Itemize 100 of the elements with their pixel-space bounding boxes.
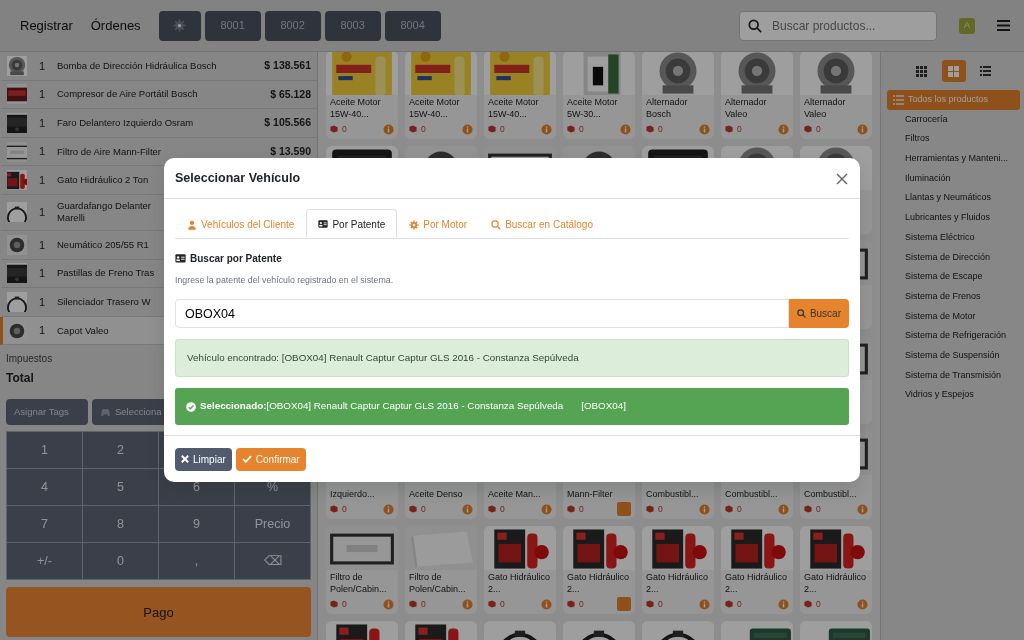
- info-icon[interactable]: [541, 123, 552, 135]
- product-card[interactable]: Filtro de Polen/Cabin... 0: [326, 526, 398, 614]
- stock-count: 0: [725, 502, 742, 516]
- confirm-button[interactable]: Confirmar: [235, 447, 306, 471]
- category-item[interactable]: Iluminación: [887, 168, 1020, 189]
- category-item[interactable]: Lubricantes y Fluidos: [887, 208, 1020, 228]
- keypad-key[interactable]: 7: [7, 506, 82, 543]
- category-item[interactable]: Sistema de Frenos: [887, 286, 1020, 307]
- category-item[interactable]: Sistema de Escape: [887, 267, 1020, 287]
- product-card[interactable]: Gato Hidráulico 2... 0: [642, 526, 714, 614]
- category-item[interactable]: Carrocería: [887, 109, 1020, 130]
- nav-link[interactable]: Registrar: [20, 15, 73, 36]
- product-card[interactable]: Alternador Bosch 0: [642, 52, 714, 139]
- nav-link[interactable]: Órdenes: [90, 15, 141, 36]
- category-item[interactable]: Sistema Eléctrico: [887, 227, 1020, 248]
- tags-button[interactable]: Asignar Tags: [6, 399, 88, 426]
- plate-input[interactable]: OBOX04: [175, 299, 789, 329]
- info-icon[interactable]: [462, 123, 473, 135]
- product-card[interactable]: Filtro de Polen/Cabin... 0: [405, 526, 477, 614]
- order-tab[interactable]: 8001: [204, 10, 261, 41]
- keypad-key[interactable]: 0: [83, 543, 158, 580]
- tab[interactable]: Buscar en Catálogo: [479, 210, 605, 238]
- keypad-key[interactable]: 5: [83, 469, 158, 506]
- cart-row[interactable]: 1 Bomba de Dirección Hidráulica Bosch $ 138.561: [0, 52, 317, 81]
- box-icon: [409, 125, 417, 133]
- keypad-key[interactable]: 1: [7, 432, 82, 469]
- tab[interactable]: Por Patente: [306, 209, 398, 238]
- category-item[interactable]: Sistema de Motor: [887, 306, 1020, 327]
- box-icon: [488, 600, 496, 608]
- action-button[interactable]: [617, 502, 631, 516]
- settings-button[interactable]: [158, 10, 201, 41]
- info-icon[interactable]: [857, 598, 868, 610]
- category-item[interactable]: Sistema de Dirección: [887, 247, 1020, 268]
- info-icon[interactable]: [699, 503, 710, 515]
- keypad-key[interactable]: ⌫: [235, 543, 310, 580]
- box-icon: [725, 600, 733, 608]
- keypad-key[interactable]: 9: [159, 506, 234, 543]
- product-card[interactable]: Aceite Motor 5W-30... 0: [563, 52, 635, 139]
- grid-icon: [948, 65, 959, 77]
- product-name: Gato Hidráulico 2...: [725, 572, 789, 595]
- keypad-key[interactable]: ,: [159, 543, 234, 580]
- info-icon[interactable]: [541, 503, 552, 515]
- clear-button[interactable]: Limpiar: [175, 447, 232, 471]
- pay-button[interactable]: Pago: [6, 587, 311, 638]
- keypad-key[interactable]: 2: [83, 432, 158, 469]
- product-card[interactable]: Aceite Motor 15W-40... 0: [405, 52, 477, 139]
- info-icon[interactable]: [541, 598, 552, 610]
- category-item[interactable]: Vidrios y Espejos: [887, 385, 1020, 405]
- close-icon: [181, 455, 189, 463]
- cart-row[interactable]: 1 Faro Delantero Izquierdo Osram $ 105.566: [0, 109, 317, 138]
- product-card[interactable]: Gato Hidráulico 2... 0: [484, 526, 556, 614]
- search-field[interactable]: Buscar productos...: [739, 10, 937, 41]
- info-icon[interactable]: [383, 123, 394, 135]
- quantity: 1: [37, 172, 47, 188]
- search-button[interactable]: Buscar: [788, 299, 849, 329]
- info-icon[interactable]: [778, 503, 789, 515]
- order-tab[interactable]: 8003: [324, 10, 381, 41]
- category-item[interactable]: Llantas y Neumáticos: [887, 188, 1020, 209]
- product-card[interactable]: Gato Hidráulico 2... 0: [563, 526, 635, 614]
- keypad-key[interactable]: 8: [83, 506, 158, 543]
- box-icon: [804, 600, 812, 608]
- info-icon[interactable]: [620, 123, 631, 135]
- cart-row[interactable]: 1 Compresor de Aire Portátil Bosch $ 65.128: [0, 80, 317, 110]
- info-icon[interactable]: [383, 598, 394, 610]
- view-toggle[interactable]: [941, 60, 966, 82]
- box-icon: [330, 505, 338, 513]
- product-name: Combustibl...: [804, 488, 857, 500]
- item-name: Gato Hidráulico 2 Ton: [57, 174, 149, 187]
- category-item[interactable]: Sistema de Suspensión: [887, 345, 1020, 366]
- category-item[interactable]: Filtros: [887, 129, 1020, 150]
- keypad-key[interactable]: 4: [7, 469, 82, 506]
- info-icon[interactable]: [778, 598, 789, 610]
- stock-count: 0: [804, 597, 821, 611]
- info-icon[interactable]: [462, 503, 473, 515]
- menu-icon[interactable]: [997, 20, 1010, 31]
- keypad-key[interactable]: Precio: [235, 506, 310, 543]
- keypad-key[interactable]: +/-: [7, 543, 82, 580]
- product-card[interactable]: Gato Hidráulico 2... 0: [800, 526, 872, 614]
- info-icon[interactable]: [857, 503, 868, 515]
- info-icon[interactable]: [778, 123, 789, 135]
- product-card[interactable]: Alternador Valeo 0: [800, 52, 872, 139]
- product-card[interactable]: Aceite Motor 15W-40... 0: [326, 52, 398, 139]
- info-icon[interactable]: [383, 503, 394, 515]
- category-item[interactable]: Sistema de Refrigeración: [887, 326, 1020, 346]
- quantity: 1: [37, 87, 47, 103]
- product-card[interactable]: Aceite Motor 15W-40... 0: [484, 52, 556, 139]
- info-icon[interactable]: [699, 123, 710, 135]
- info-icon[interactable]: [699, 598, 710, 610]
- product-card[interactable]: Gato Hidráulico 2... 0: [721, 526, 793, 614]
- info-icon[interactable]: [857, 123, 868, 135]
- car-icon: [100, 407, 111, 417]
- tab[interactable]: Por Motor: [397, 210, 480, 238]
- category-item[interactable]: Sistema de Transmisión: [887, 365, 1020, 386]
- category-item[interactable]: Herramientas y Manteni...: [887, 149, 1020, 169]
- info-icon[interactable]: [462, 598, 473, 610]
- gear-icon: [409, 219, 420, 230]
- product-card[interactable]: Alternador Valeo 0: [721, 52, 793, 139]
- action-button[interactable]: [617, 597, 631, 611]
- order-tab[interactable]: 8004: [384, 10, 441, 41]
- order-tab[interactable]: 8002: [264, 10, 321, 41]
